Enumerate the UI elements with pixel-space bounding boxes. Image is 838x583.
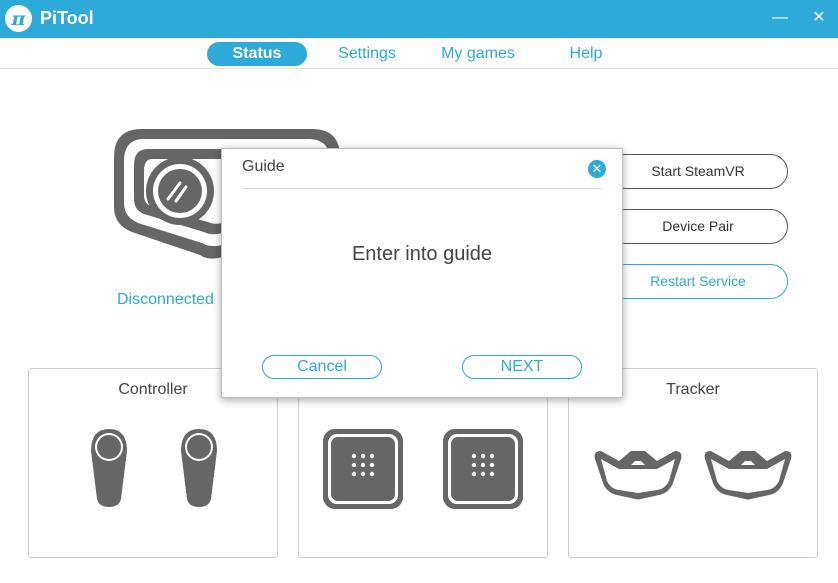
base-station-icon: [323, 429, 523, 509]
title-bar: π PiTool — ✕: [0, 0, 838, 38]
connection-status: Disconnected: [117, 291, 214, 308]
cancel-button[interactable]: Cancel: [262, 355, 382, 379]
tab-status[interactable]: Status: [207, 42, 307, 66]
minimize-button[interactable]: —: [770, 8, 790, 28]
guide-dialog: Guide ✕ Enter into guide Cancel NEXT: [221, 148, 623, 398]
device-pair-button[interactable]: Device Pair: [608, 209, 788, 244]
dialog-close-icon[interactable]: ✕: [588, 160, 606, 178]
logo-glyph: π: [11, 8, 27, 30]
tab-settings[interactable]: Settings: [327, 42, 407, 66]
dialog-message: Enter into guide: [351, 243, 493, 265]
app-title: PiTool: [40, 8, 94, 28]
main-nav: Status Settings My games Help: [0, 38, 838, 69]
dialog-divider: [242, 188, 602, 189]
close-window-button[interactable]: ✕: [809, 8, 829, 28]
tab-help[interactable]: Help: [558, 42, 614, 66]
pitool-logo-icon: π: [5, 5, 32, 32]
next-button[interactable]: NEXT: [462, 355, 582, 379]
dialog-title: Guide: [242, 158, 285, 175]
start-steamvr-button[interactable]: Start SteamVR: [608, 154, 788, 189]
tab-my-games[interactable]: My games: [432, 42, 524, 66]
controller-icon: [91, 429, 217, 507]
tracker-icon: [594, 451, 792, 500]
restart-service-button[interactable]: Restart Service: [608, 264, 788, 299]
